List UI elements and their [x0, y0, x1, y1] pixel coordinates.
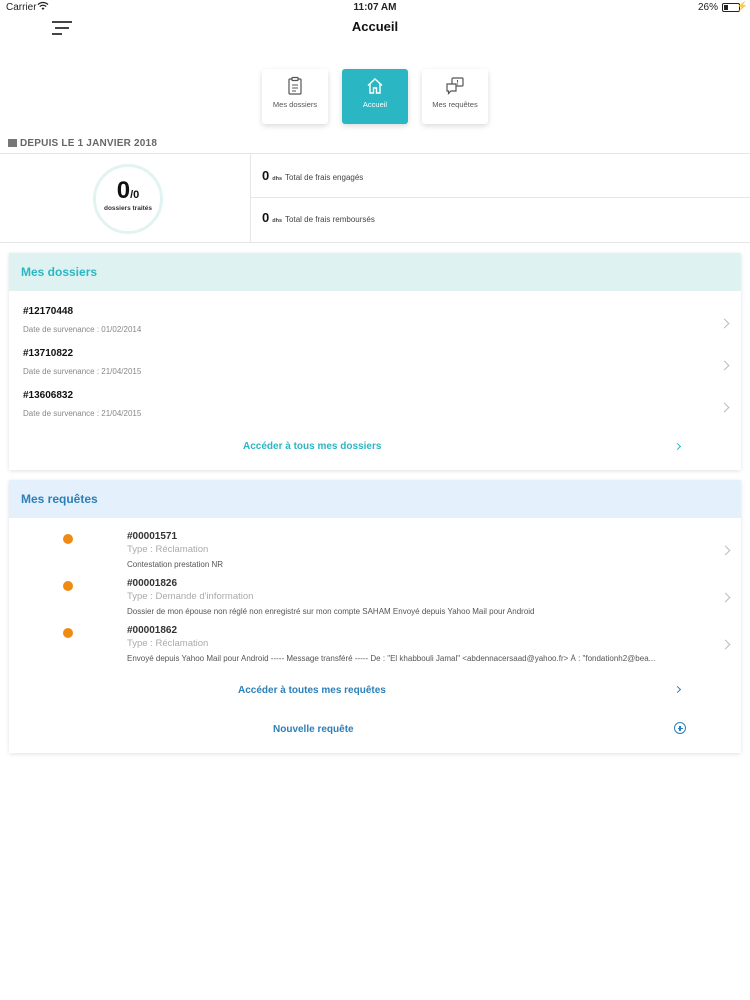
- requete-row[interactable]: #00001826 Type : Demande d'information D…: [9, 570, 741, 616]
- dossier-number: #13606832: [23, 390, 74, 401]
- stat-frais-engages: 0 dhs Total de frais engagés: [262, 168, 364, 183]
- home-icon: [367, 78, 383, 94]
- dossier-date: Date de survenance : 21/04/2015: [23, 367, 142, 376]
- summary-panel: 0/0 dossiers traités 0 dhs Total de frais …: [0, 153, 750, 243]
- dossier-row[interactable]: #13606832 Date de survenance : 21/04/201…: [23, 390, 730, 430]
- requetes-card: Mes requêtes #00001571 Type : Réclamatio…: [9, 480, 741, 753]
- all-dossiers-link[interactable]: Accéder à tous mes dossiers: [243, 441, 381, 452]
- chevron-right-icon[interactable]: [673, 442, 682, 451]
- tab-mes-dossiers[interactable]: Mes dossiers: [262, 69, 328, 124]
- chevron-right-icon[interactable]: [673, 685, 682, 694]
- clock: 11:07 AM: [353, 2, 397, 13]
- dossiers-card-title: Mes dossiers: [9, 253, 741, 291]
- chat-icon: [446, 77, 464, 95]
- chevron-right-icon: [720, 545, 731, 556]
- divider: [250, 154, 251, 242]
- dossiers-count-label: dossiers traités: [103, 205, 153, 212]
- all-requetes-link[interactable]: Accéder à toutes mes requêtes: [238, 685, 386, 696]
- chevron-right-icon: [719, 360, 730, 371]
- chevron-right-icon: [720, 639, 731, 650]
- battery-percent: 26%: [697, 2, 718, 13]
- requete-number: #00001826: [127, 578, 178, 589]
- requete-row[interactable]: #00001571 Type : Réclamation Contestatio…: [9, 523, 741, 569]
- requete-number: #00001571: [127, 531, 178, 542]
- requete-number: #00001862: [127, 625, 178, 636]
- dossier-row[interactable]: #12170448 Date de survenance : 01/02/201…: [23, 306, 730, 346]
- chevron-right-icon: [719, 318, 730, 329]
- divider: [251, 197, 750, 198]
- requete-description: Envoyé depuis Yahoo Mail pour Android --…: [127, 654, 656, 663]
- requete-description: Dossier de mon épouse non réglé non enre…: [127, 607, 535, 616]
- requete-description: Contestation prestation NR: [127, 560, 224, 569]
- clipboard-icon: [288, 76, 302, 95]
- tab-label: Mes dossiers: [272, 100, 318, 109]
- status-bar: Carrier 11:07 AM 26% ⚡: [0, 0, 750, 16]
- requete-type: Type : Réclamation: [127, 544, 209, 555]
- tab-label: Accueil: [362, 100, 388, 109]
- tab-label: Mes requêtes: [432, 100, 478, 109]
- dossier-date: Date de survenance : 21/04/2015: [23, 409, 142, 418]
- dossier-number: #13710822: [23, 348, 74, 359]
- dossier-number: #12170448: [23, 306, 74, 317]
- charging-icon: ⚡: [736, 1, 748, 11]
- chevron-right-icon: [719, 402, 730, 413]
- period-text: DEPUIS LE 1 JANVIER 2018: [20, 138, 158, 149]
- requete-type: Type : Réclamation: [127, 638, 209, 649]
- dossiers-count: 0/0: [116, 177, 140, 204]
- dossiers-counter: 0/0 dossiers traités: [93, 164, 163, 234]
- calendar-icon: [8, 139, 17, 147]
- requete-row[interactable]: #00001862 Type : Réclamation Envoyé depu…: [9, 617, 741, 663]
- dossier-row[interactable]: #13710822 Date de survenance : 21/04/201…: [23, 348, 730, 388]
- requete-type: Type : Demande d'information: [127, 591, 254, 602]
- dossier-date: Date de survenance : 01/02/2014: [23, 325, 142, 334]
- new-requete-link[interactable]: Nouvelle requête: [273, 724, 354, 735]
- period-label: DEPUIS LE 1 JANVIER 2018: [8, 138, 157, 149]
- chevron-right-icon: [720, 592, 731, 603]
- tab-accueil[interactable]: Accueil: [342, 69, 408, 124]
- stat-frais-rembourses: 0 dhs Total de frais remboursés: [262, 210, 375, 225]
- status-dot: [63, 628, 73, 638]
- dossiers-card: Mes dossiers #12170448 Date de survenanc…: [9, 253, 741, 470]
- plus-circle-icon[interactable]: [674, 722, 686, 734]
- tab-mes-requetes[interactable]: Mes requêtes: [422, 69, 488, 124]
- page-title: Accueil: [351, 19, 399, 34]
- requetes-card-title: Mes requêtes: [9, 480, 741, 518]
- status-dot: [63, 534, 73, 544]
- status-dot: [63, 581, 73, 591]
